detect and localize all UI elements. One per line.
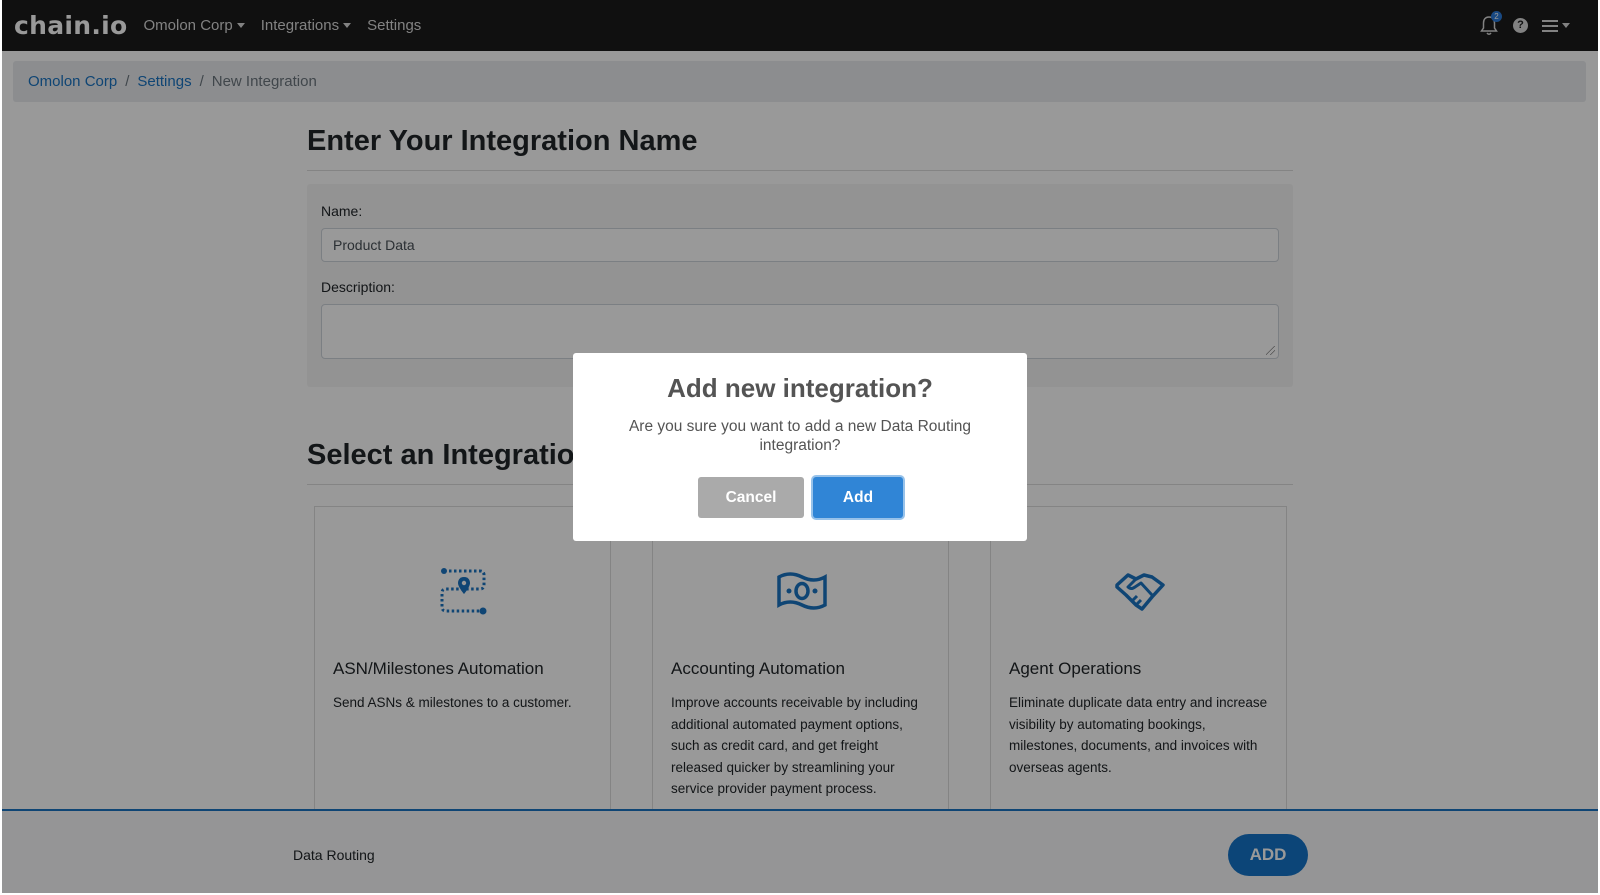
cancel-button[interactable]: Cancel bbox=[698, 477, 804, 518]
confirm-dialog: Add new integration? Are you sure you wa… bbox=[573, 353, 1027, 541]
dialog-message: Are you sure you want to add a new Data … bbox=[628, 418, 972, 454]
confirm-add-button[interactable]: Add bbox=[813, 477, 903, 518]
frame-edge bbox=[0, 0, 2, 895]
dialog-title: Add new integration? bbox=[667, 373, 933, 403]
